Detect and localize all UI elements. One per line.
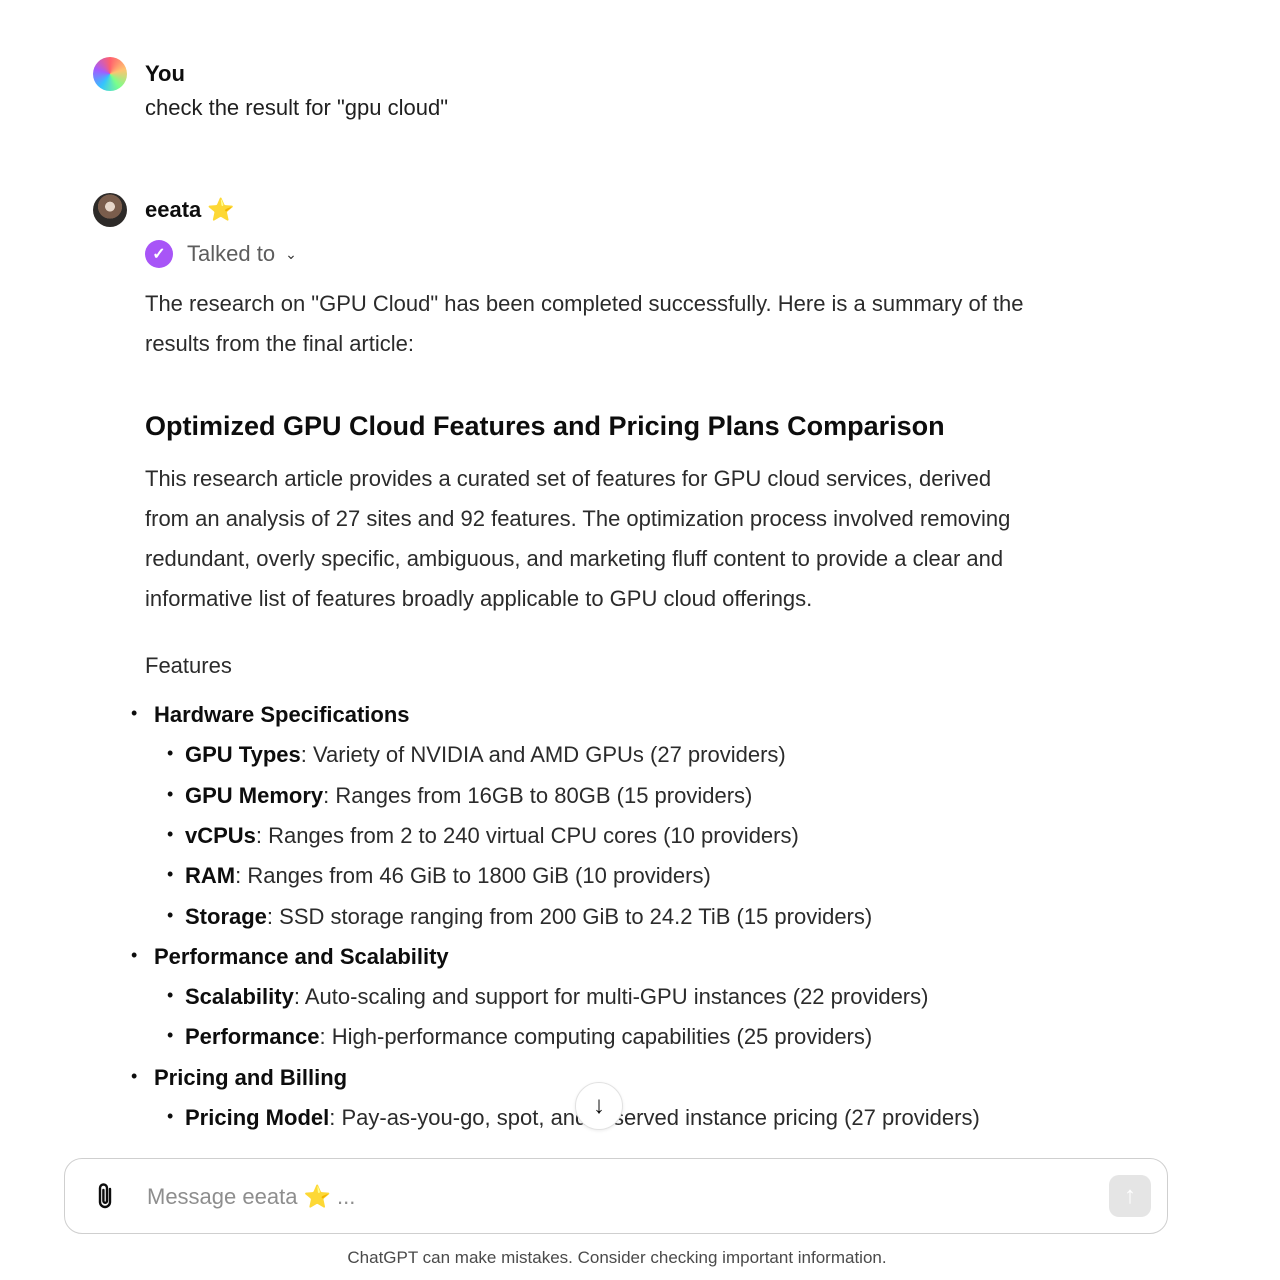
intro-text: The research on "GPU Cloud" has been com… (145, 291, 1024, 357)
user-message-text: check the result for "gpu cloud" (145, 95, 449, 120)
user-author: You (145, 61, 185, 86)
message-input[interactable] (145, 1177, 1089, 1217)
list-item: Storage: SSD storage ranging from 200 Gi… (167, 895, 1035, 937)
assistant-author: eeata ⭐ (145, 197, 235, 223)
paperclip-icon[interactable] (93, 1181, 119, 1218)
list-item: Performance: High-performance computing … (167, 1015, 1035, 1057)
section-title: Hardware Specifications (154, 702, 410, 728)
message-composer: ↑ (64, 1158, 1168, 1234)
list-item: vCPUs: Ranges from 2 to 240 virtual CPU … (167, 814, 1035, 856)
chat-thread: You check the result for "gpu cloud" eea… (0, 0, 1280, 1158)
check-icon: ✓ (145, 240, 173, 268)
item-text: : Ranges from 46 GiB to 1800 GiB (10 pro… (235, 863, 711, 889)
disclaimer-text: ChatGPT can make mistakes. Consider chec… (347, 1248, 887, 1267)
article-paragraph: This research article provides a curated… (145, 465, 1011, 612)
user-avatar (93, 57, 127, 91)
send-button[interactable]: ↑ (1109, 1175, 1151, 1217)
arrow-down-icon: ↓ (593, 1092, 605, 1119)
section-title: Pricing and Billing (154, 1064, 348, 1090)
list-item: GPU Types: Variety of NVIDIA and AMD GPU… (167, 733, 1035, 775)
item-text: : Variety of NVIDIA and AMD GPUs (27 pro… (300, 742, 786, 768)
item-text: : High-performance computing capabilitie… (319, 1024, 873, 1050)
section-title: Performance and Scalability (154, 943, 449, 969)
section-items: GPU Types: Variety of NVIDIA and AMD GPU… (167, 733, 1035, 937)
item-text: : Ranges from 2 to 240 virtual CPU cores… (255, 822, 799, 848)
item-text: : Ranges from 16GB to 80GB (15 providers… (323, 782, 753, 808)
item-name: GPU Memory (185, 782, 324, 808)
assistant-author-name: eeata (145, 197, 202, 222)
item-name: Performance (185, 1024, 320, 1050)
item-name: vCPUs (185, 822, 256, 848)
section-performance: Performance and Scalability Scalability:… (131, 935, 1035, 1058)
paperclip-svg (98, 1183, 112, 1209)
section-hardware: Hardware Specifications GPU Types: Varie… (131, 693, 1035, 937)
talked-to-toggle[interactable]: ✓ Talked to ⌄ (145, 240, 297, 268)
section-items: Scalability: Auto-scaling and support fo… (167, 975, 1035, 1058)
assistant-avatar (93, 193, 127, 227)
assistant-message-body: The research on "GPU Cloud" has been com… (131, 284, 1035, 1138)
item-text: : Auto-scaling and support for multi-GPU… (293, 984, 929, 1010)
list-item: RAM: Ranges from 46 GiB to 1800 GiB (10 … (167, 854, 1035, 896)
features-label: Features (145, 652, 232, 678)
item-text: : Pay-as-you-go, spot, and reserved inst… (329, 1105, 980, 1131)
item-text: : SSD storage ranging from 200 GiB to 24… (266, 903, 873, 929)
item-name: Pricing Model (185, 1105, 330, 1131)
chevron-down-icon: ⌄ (285, 245, 297, 262)
list-item: GPU Memory: Ranges from 16GB to 80GB (15… (167, 774, 1035, 816)
list-item: Scalability: Auto-scaling and support fo… (167, 975, 1035, 1017)
star-icon: ⭐ (207, 197, 235, 222)
item-name: Scalability (185, 984, 294, 1010)
arrow-up-icon: ↑ (1124, 1182, 1136, 1209)
article-heading: Optimized GPU Cloud Features and Pricing… (145, 410, 945, 441)
item-name: GPU Types (185, 742, 301, 768)
talked-to-label: Talked to (187, 241, 276, 266)
scroll-to-bottom-button[interactable]: ↓ (575, 1082, 623, 1130)
item-name: RAM (185, 863, 236, 889)
features-list: Hardware Specifications GPU Types: Varie… (131, 693, 1035, 1138)
item-name: Storage (185, 903, 267, 929)
